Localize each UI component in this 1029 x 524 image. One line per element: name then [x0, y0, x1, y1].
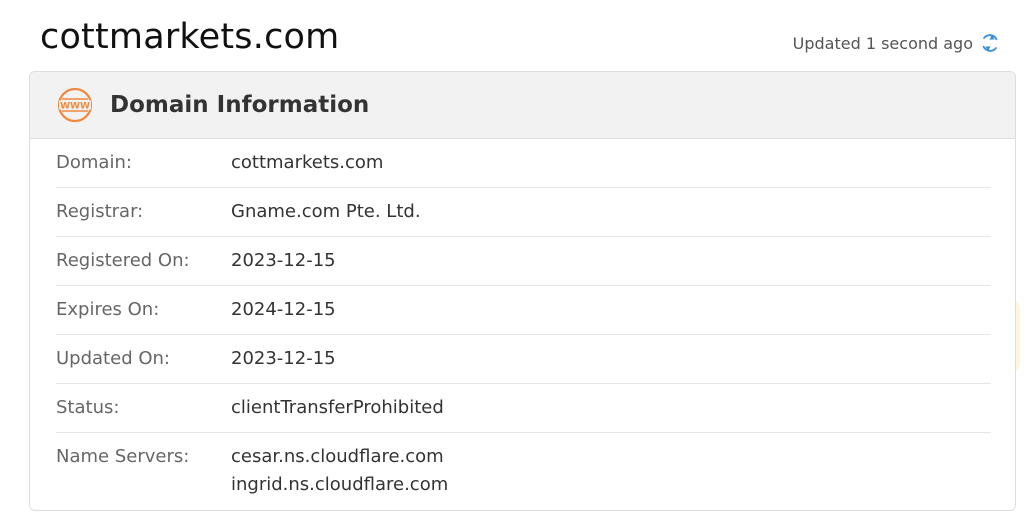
info-value: cesar.ns.cloudflare.com ingrid.ns.cloudf…: [231, 433, 448, 509]
updated-status: Updated 1 second ago: [793, 32, 1001, 54]
info-row-expires-on: Expires On: 2024-12-15: [56, 286, 991, 335]
info-table: Domain: cottmarkets.com Registrar: Gname…: [30, 139, 1015, 509]
page: WikiFX cottmarkets.com Updated 1 second …: [0, 0, 1029, 524]
www-globe-icon: WWW: [56, 86, 94, 124]
info-row-updated-on: Updated On: 2023-12-15: [56, 335, 991, 384]
info-row-domain: Domain: cottmarkets.com: [56, 139, 991, 188]
info-row-name-servers: Name Servers: cesar.ns.cloudflare.com in…: [56, 433, 991, 509]
info-row-registered-on: Registered On: 2023-12-15: [56, 237, 991, 286]
info-value: clientTransferProhibited: [231, 397, 444, 418]
info-value: cottmarkets.com: [231, 152, 384, 173]
domain-info-card: WWW Domain Information Domain: cottmarke…: [29, 71, 1016, 511]
info-value: 2023-12-15: [231, 250, 336, 271]
info-label: Expires On:: [56, 299, 160, 320]
info-label: Domain:: [56, 152, 132, 173]
info-label: Registrar:: [56, 201, 144, 222]
info-label: Registered On:: [56, 250, 190, 271]
info-row-status: Status: clientTransferProhibited: [56, 384, 991, 433]
info-label: Name Servers:: [56, 446, 190, 467]
info-row-registrar: Registrar: Gname.com Pte. Ltd.: [56, 188, 991, 237]
refresh-icon[interactable]: [979, 32, 1001, 54]
info-value: Gname.com Pte. Ltd.: [231, 201, 421, 222]
info-value: 2024-12-15: [231, 299, 336, 320]
name-server: cesar.ns.cloudflare.com: [231, 446, 444, 467]
card-header: WWW Domain Information: [30, 72, 1015, 139]
svg-text:WWW: WWW: [60, 102, 90, 112]
page-title: cottmarkets.com: [40, 17, 340, 57]
updated-text: Updated 1 second ago: [792, 33, 973, 53]
info-label: Updated On:: [56, 348, 170, 369]
card-title: Domain Information: [110, 92, 370, 118]
info-value: 2023-12-15: [231, 348, 336, 369]
name-server: ingrid.ns.cloudflare.com: [231, 474, 449, 495]
info-label: Status:: [56, 397, 120, 418]
